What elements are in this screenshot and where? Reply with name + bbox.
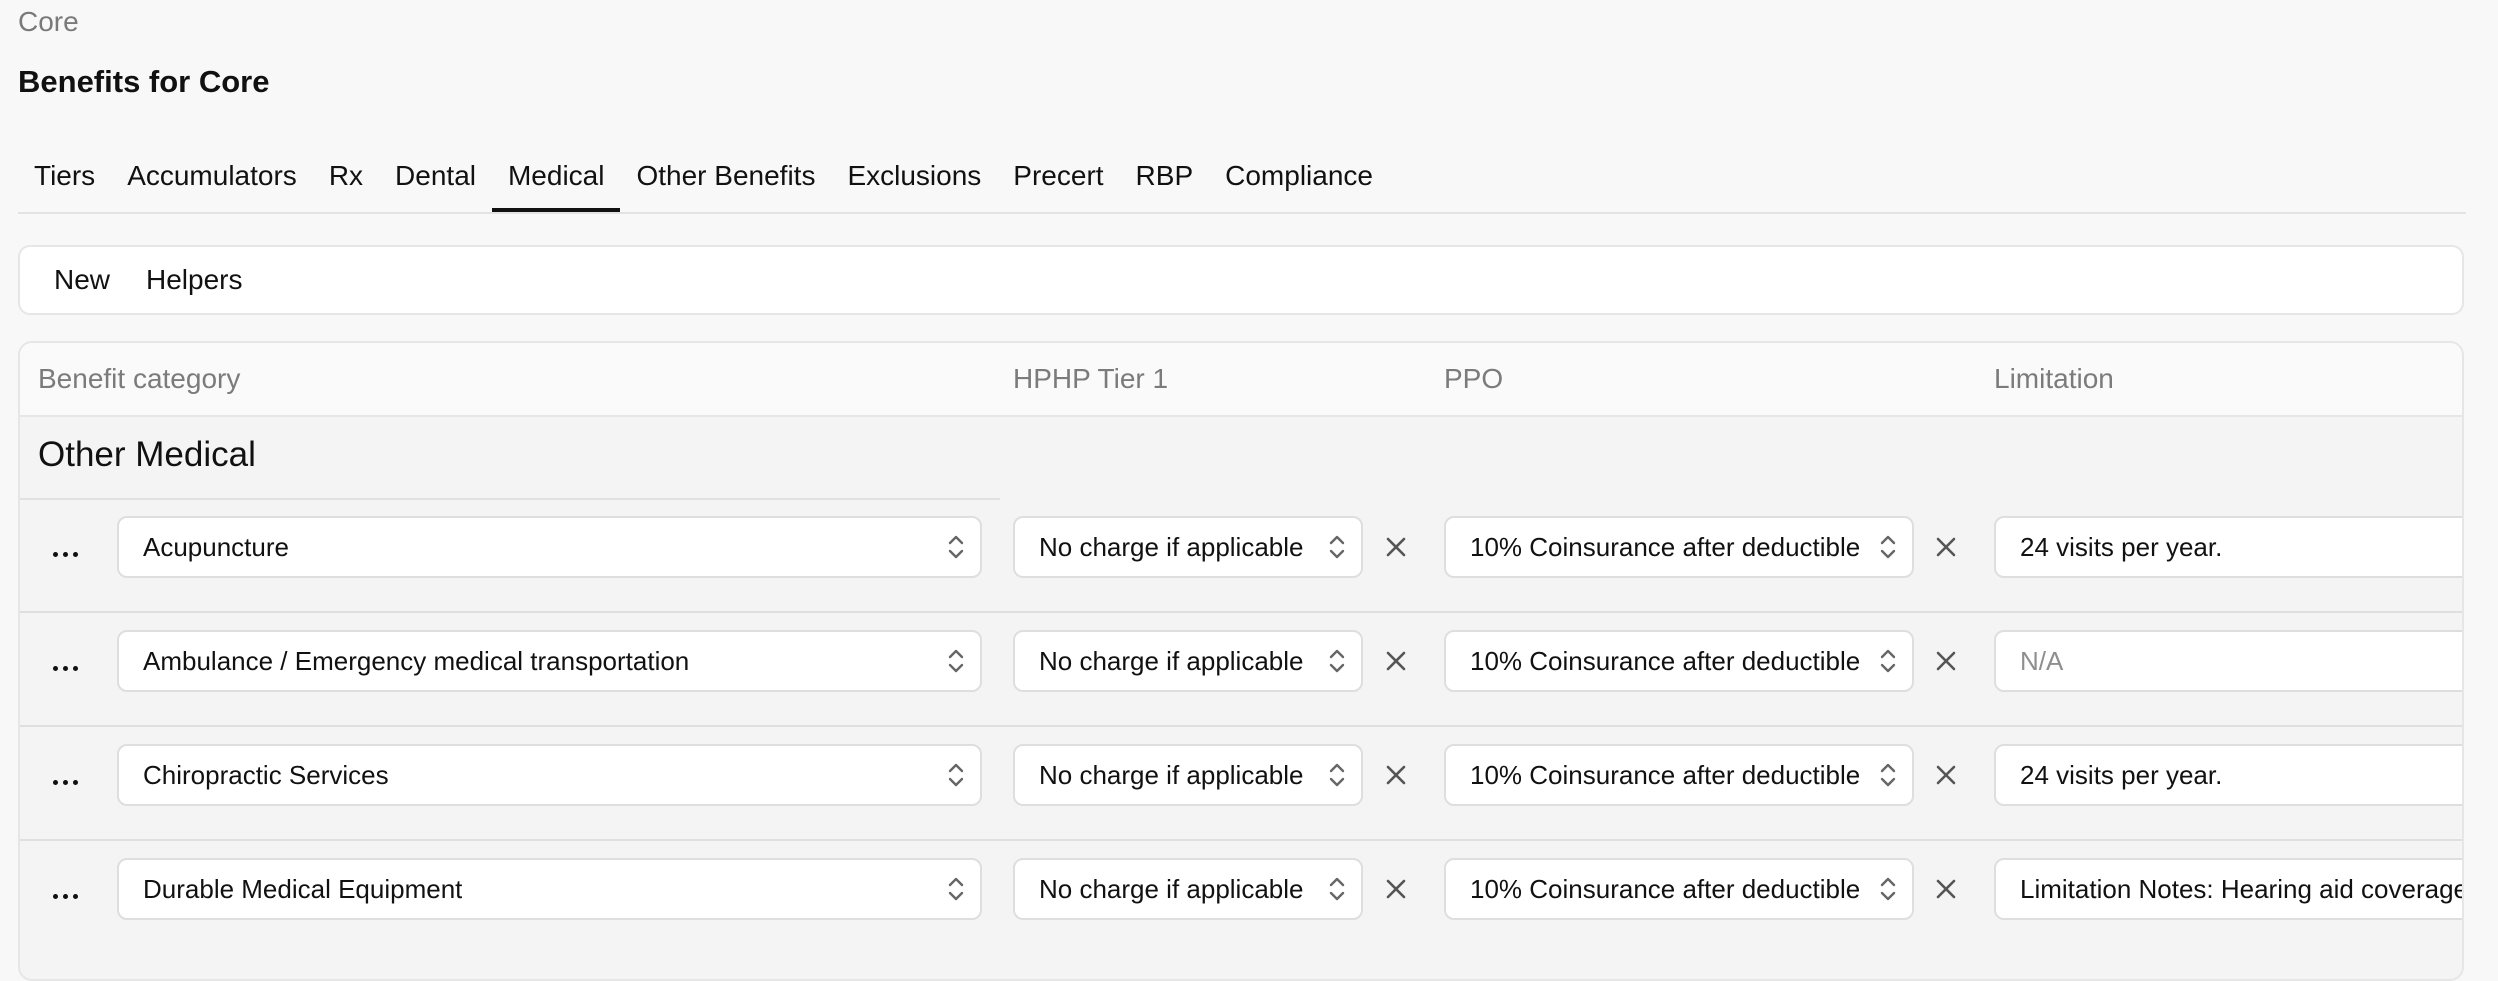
benefit-category-select[interactable]: Durable Medical Equipment [117,858,982,920]
table-row: Chiropractic Services No charge if appli… [20,728,2462,841]
group-title: Other Medical [38,435,256,474]
table-row: Durable Medical Equipment No charge if a… [20,842,2462,954]
clear-ppo-button[interactable] [1932,533,1960,561]
more-horizontal-icon[interactable] [48,879,82,913]
clear-hphp-button[interactable] [1382,647,1410,675]
table-row: Acupuncture No charge if applicable 10% … [20,500,2462,613]
close-icon [1936,651,1956,671]
helpers-button[interactable]: Helpers [128,264,260,296]
tab-rx[interactable]: Rx [313,150,379,210]
breadcrumb: Core [18,6,79,37]
benefit-category-value: Acupuncture [143,531,289,562]
chevron-up-down-icon [948,877,964,901]
column-header-benefit-category: Benefit category [38,363,241,394]
column-header-limitation: Limitation [1994,363,2114,394]
benefits-table: Benefit category HPHP Tier 1 PPO Limitat… [18,341,2464,981]
close-icon [1936,879,1956,899]
tab-compliance[interactable]: Compliance [1209,150,1389,210]
limitation-input[interactable] [1994,858,2462,920]
new-button[interactable]: New [36,264,128,296]
hphp-tier-1-value: No charge if applicable [1039,645,1304,676]
tab-tiers[interactable]: Tiers [18,150,111,210]
chevron-up-down-icon [1880,649,1896,673]
tab-dental[interactable]: Dental [379,150,492,210]
more-horizontal-icon[interactable] [48,651,82,685]
chevron-up-down-icon [948,649,964,673]
benefit-category-select[interactable]: Acupuncture [117,516,982,578]
limitation-input[interactable] [1994,516,2462,578]
limitation-input[interactable] [1994,630,2462,692]
chevron-up-down-icon [1329,649,1345,673]
hphp-tier-1-select[interactable]: No charge if applicable [1013,516,1363,578]
chevron-up-down-icon [1329,877,1345,901]
hphp-tier-1-value: No charge if applicable [1039,873,1304,904]
hphp-tier-1-value: No charge if applicable [1039,759,1304,790]
row-divider [20,725,2462,727]
chevron-up-down-icon [1880,877,1896,901]
close-icon [1936,537,1956,557]
chevron-up-down-icon [1329,535,1345,559]
ppo-value: 10% Coinsurance after deductible [1470,531,1861,562]
hphp-tier-1-select[interactable]: No charge if applicable [1013,630,1363,692]
table-row: Ambulance / Emergency medical transporta… [20,614,2462,727]
clear-ppo-button[interactable] [1932,647,1960,675]
ppo-select[interactable]: 10% Coinsurance after deductible [1444,516,1914,578]
tab-other-benefits[interactable]: Other Benefits [620,150,831,210]
clear-hphp-button[interactable] [1382,533,1410,561]
close-icon [1936,765,1956,785]
chevron-up-down-icon [1880,763,1896,787]
chevron-up-down-icon [1329,763,1345,787]
tab-rbp[interactable]: RBP [1120,150,1210,210]
tab-accumulators[interactable]: Accumulators [111,150,313,210]
tab-bar: Tiers Accumulators Rx Dental Medical Oth… [18,150,2466,214]
clear-hphp-button[interactable] [1382,875,1410,903]
column-header-ppo: PPO [1444,363,1504,394]
page-title: Benefits for Core [18,64,270,99]
benefit-category-select[interactable]: Chiropractic Services [117,744,982,806]
toolbar: New Helpers [18,245,2464,315]
tab-medical[interactable]: Medical [491,150,621,212]
limitation-input[interactable] [1994,744,2462,806]
close-icon [1386,537,1406,557]
clear-ppo-button[interactable] [1932,875,1960,903]
hphp-tier-1-select[interactable]: No charge if applicable [1013,858,1363,920]
table-header: Benefit category HPHP Tier 1 PPO Limitat… [20,343,2462,417]
hphp-tier-1-value: No charge if applicable [1039,531,1304,562]
chevron-up-down-icon [948,763,964,787]
benefit-category-select[interactable]: Ambulance / Emergency medical transporta… [117,630,982,692]
ppo-value: 10% Coinsurance after deductible [1470,759,1861,790]
hphp-tier-1-select[interactable]: No charge if applicable [1013,744,1363,806]
close-icon [1386,879,1406,899]
chevron-up-down-icon [1880,535,1896,559]
tab-exclusions[interactable]: Exclusions [831,150,997,210]
ppo-value: 10% Coinsurance after deductible [1470,645,1861,676]
tab-precert[interactable]: Precert [997,150,1119,210]
more-horizontal-icon[interactable] [48,765,82,799]
benefit-category-value: Chiropractic Services [143,759,389,790]
more-horizontal-icon[interactable] [48,537,82,571]
benefit-category-value: Durable Medical Equipment [143,873,463,904]
close-icon [1386,651,1406,671]
benefit-category-value: Ambulance / Emergency medical transporta… [143,645,690,676]
clear-hphp-button[interactable] [1382,761,1410,789]
ppo-value: 10% Coinsurance after deductible [1470,873,1861,904]
clear-ppo-button[interactable] [1932,761,1960,789]
column-header-hphp-tier-1: HPHP Tier 1 [1013,363,1169,394]
row-divider [20,611,2462,613]
ppo-select[interactable]: 10% Coinsurance after deductible [1444,744,1914,806]
ppo-select[interactable]: 10% Coinsurance after deductible [1444,858,1914,920]
close-icon [1386,765,1406,785]
chevron-up-down-icon [948,535,964,559]
ppo-select[interactable]: 10% Coinsurance after deductible [1444,630,1914,692]
row-divider [20,839,2462,841]
